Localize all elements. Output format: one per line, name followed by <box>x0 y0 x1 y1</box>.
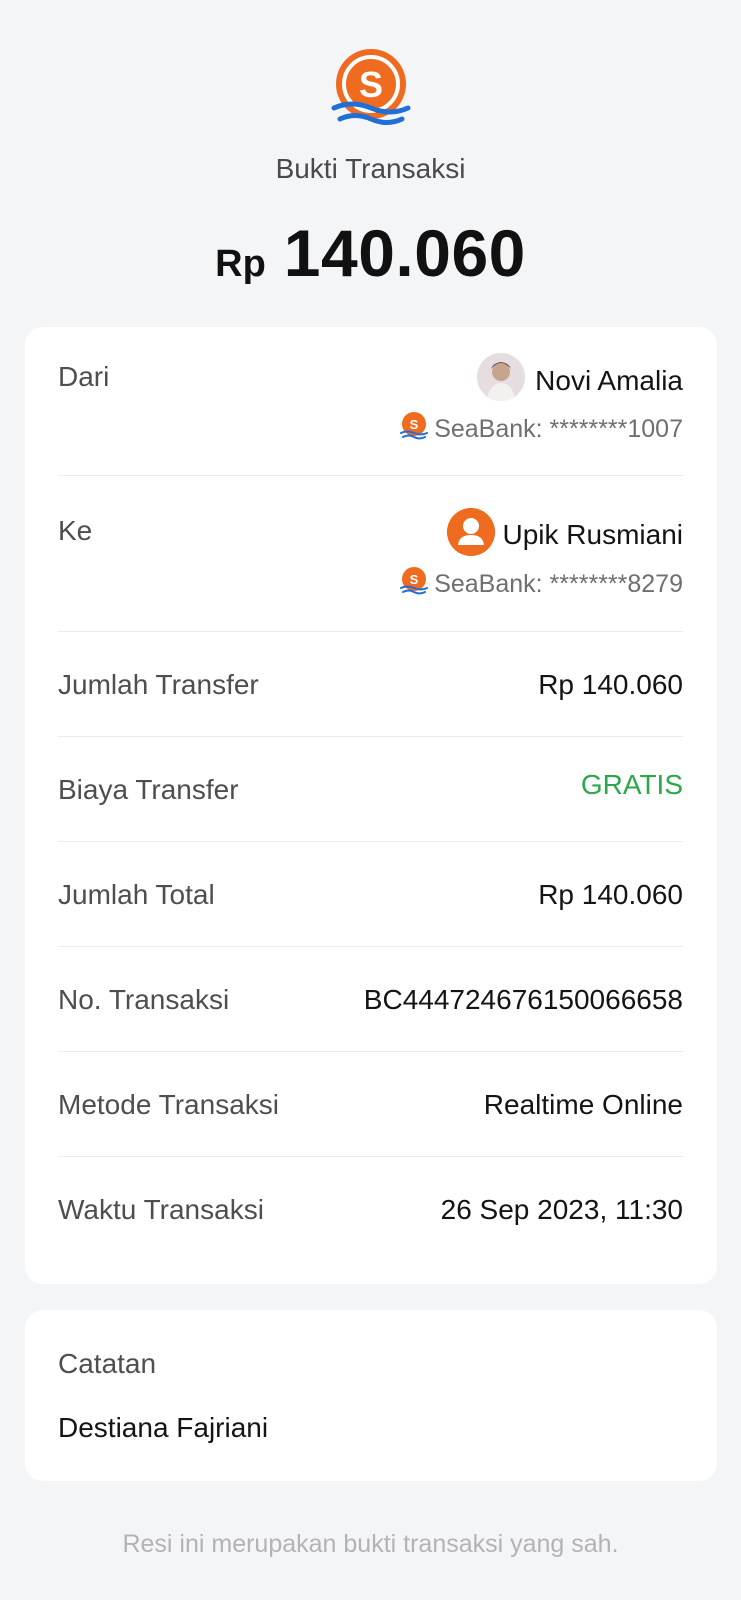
detail-label: Jumlah Total <box>58 879 215 910</box>
sender-bank-account: SeaBank: ********1007 <box>434 415 683 443</box>
amount-value: 140.060 <box>283 216 526 290</box>
detail-row-waktu-transaksi: Waktu Transaksi 26 Sep 2023, 11:30 <box>58 1156 683 1261</box>
detail-value: Realtime Online <box>483 1089 683 1120</box>
seabank-small-icon: S <box>400 412 428 440</box>
sender-name: Novi Amalia <box>535 365 683 396</box>
detail-value: Rp 140.060 <box>538 879 683 910</box>
fee-value-badge: GRATIS <box>580 769 683 800</box>
recipient-bank-account: SeaBank: ********8279 <box>434 570 683 598</box>
detail-value: 26 Sep 2023, 11:30 <box>440 1194 683 1225</box>
user-photo-avatar <box>477 353 525 401</box>
page-title: Bukti Transaksi <box>275 153 466 184</box>
detail-label: No. Transaksi <box>58 984 230 1015</box>
transaction-amount: Rp 140.060 <box>0 215 741 291</box>
user-icon <box>447 508 495 556</box>
detail-row-metode-transaksi: Metode Transaksi Realtime Online <box>58 1051 683 1157</box>
sender-avatar <box>477 353 525 401</box>
to-label: Ke <box>58 515 93 546</box>
svg-text:S: S <box>410 417 419 432</box>
transaction-details-card: Dari Novi Amalia S SeaBank: ********1007… <box>25 327 717 1284</box>
detail-label: Metode Transaksi <box>58 1089 279 1120</box>
recipient-avatar <box>447 508 495 556</box>
detail-row-no-transaksi: No. Transaksi BC444724676150066658 <box>58 946 683 1052</box>
note-label: Catatan <box>58 1348 157 1379</box>
note-value: Destiana Fajriani <box>58 1412 269 1443</box>
detail-label: Waktu Transaksi <box>58 1194 264 1225</box>
receipt-footer-text: Resi ini merupakan bukti transaksi yang … <box>122 1530 619 1558</box>
from-label: Dari <box>58 361 110 392</box>
note-card: Catatan Destiana Fajriani <box>25 1310 717 1481</box>
detail-label: Jumlah Transfer <box>58 669 259 700</box>
detail-label: Biaya Transfer <box>58 774 239 805</box>
detail-value: Rp 140.060 <box>538 669 683 700</box>
svg-text:S: S <box>359 64 383 105</box>
from-row: Dari Novi Amalia S SeaBank: ********1007 <box>58 327 683 476</box>
to-row: Ke Upik Rusmiani S SeaBank: ********8279 <box>58 475 683 632</box>
detail-row-jumlah-total: Jumlah Total Rp 140.060 <box>58 841 683 947</box>
seabank-logo-icon: S <box>331 49 411 125</box>
svg-text:S: S <box>410 572 419 587</box>
recipient-name: Upik Rusmiani <box>502 519 684 550</box>
detail-row-biaya-transfer: Biaya Transfer GRATIS <box>58 736 683 842</box>
transaction-id-value[interactable]: BC444724676150066658 <box>364 984 683 1016</box>
amount-currency: Rp <box>215 243 266 285</box>
detail-row-jumlah-transfer: Jumlah Transfer Rp 140.060 <box>58 631 683 737</box>
seabank-small-icon: S <box>400 567 428 595</box>
